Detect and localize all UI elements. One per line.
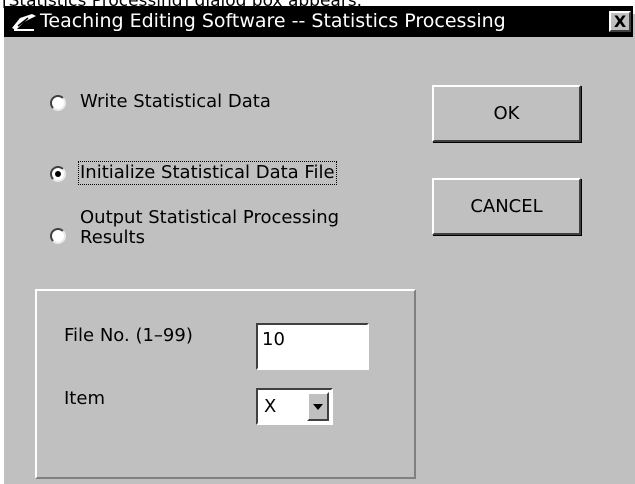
file-settings-group xyxy=(35,289,416,479)
item-select-value: X xyxy=(264,396,277,417)
item-label: Item xyxy=(64,388,105,409)
close-icon: X xyxy=(613,12,627,31)
file-no-label: File No. (1–99) xyxy=(64,325,193,346)
radio-selected-dot xyxy=(55,171,61,177)
radio-button-icon[interactable] xyxy=(50,166,66,182)
item-select[interactable]: X xyxy=(256,388,333,425)
window-title: Teaching Editing Software -- Statistics … xyxy=(40,10,506,32)
close-button[interactable]: X xyxy=(609,11,631,32)
ok-button[interactable]: OK xyxy=(432,85,581,142)
radio-button-icon[interactable] xyxy=(50,228,66,244)
title-bar[interactable]: Teaching Editing Software -- Statistics … xyxy=(4,6,633,37)
cancel-button[interactable]: CANCEL xyxy=(432,178,581,235)
file-no-input[interactable]: 10 xyxy=(256,323,369,370)
radio-label-line1: Output Statistical Processing xyxy=(80,207,340,228)
dropdown-button[interactable] xyxy=(307,392,329,421)
radio-label: Write Statistical Data xyxy=(80,91,271,112)
radio-label-line2: Results xyxy=(80,227,145,248)
radio-label: Initialize Statistical Data File xyxy=(78,161,337,185)
chevron-down-icon xyxy=(313,404,323,410)
radio-button-icon[interactable] xyxy=(50,95,66,111)
pen-tool-icon xyxy=(12,14,36,31)
